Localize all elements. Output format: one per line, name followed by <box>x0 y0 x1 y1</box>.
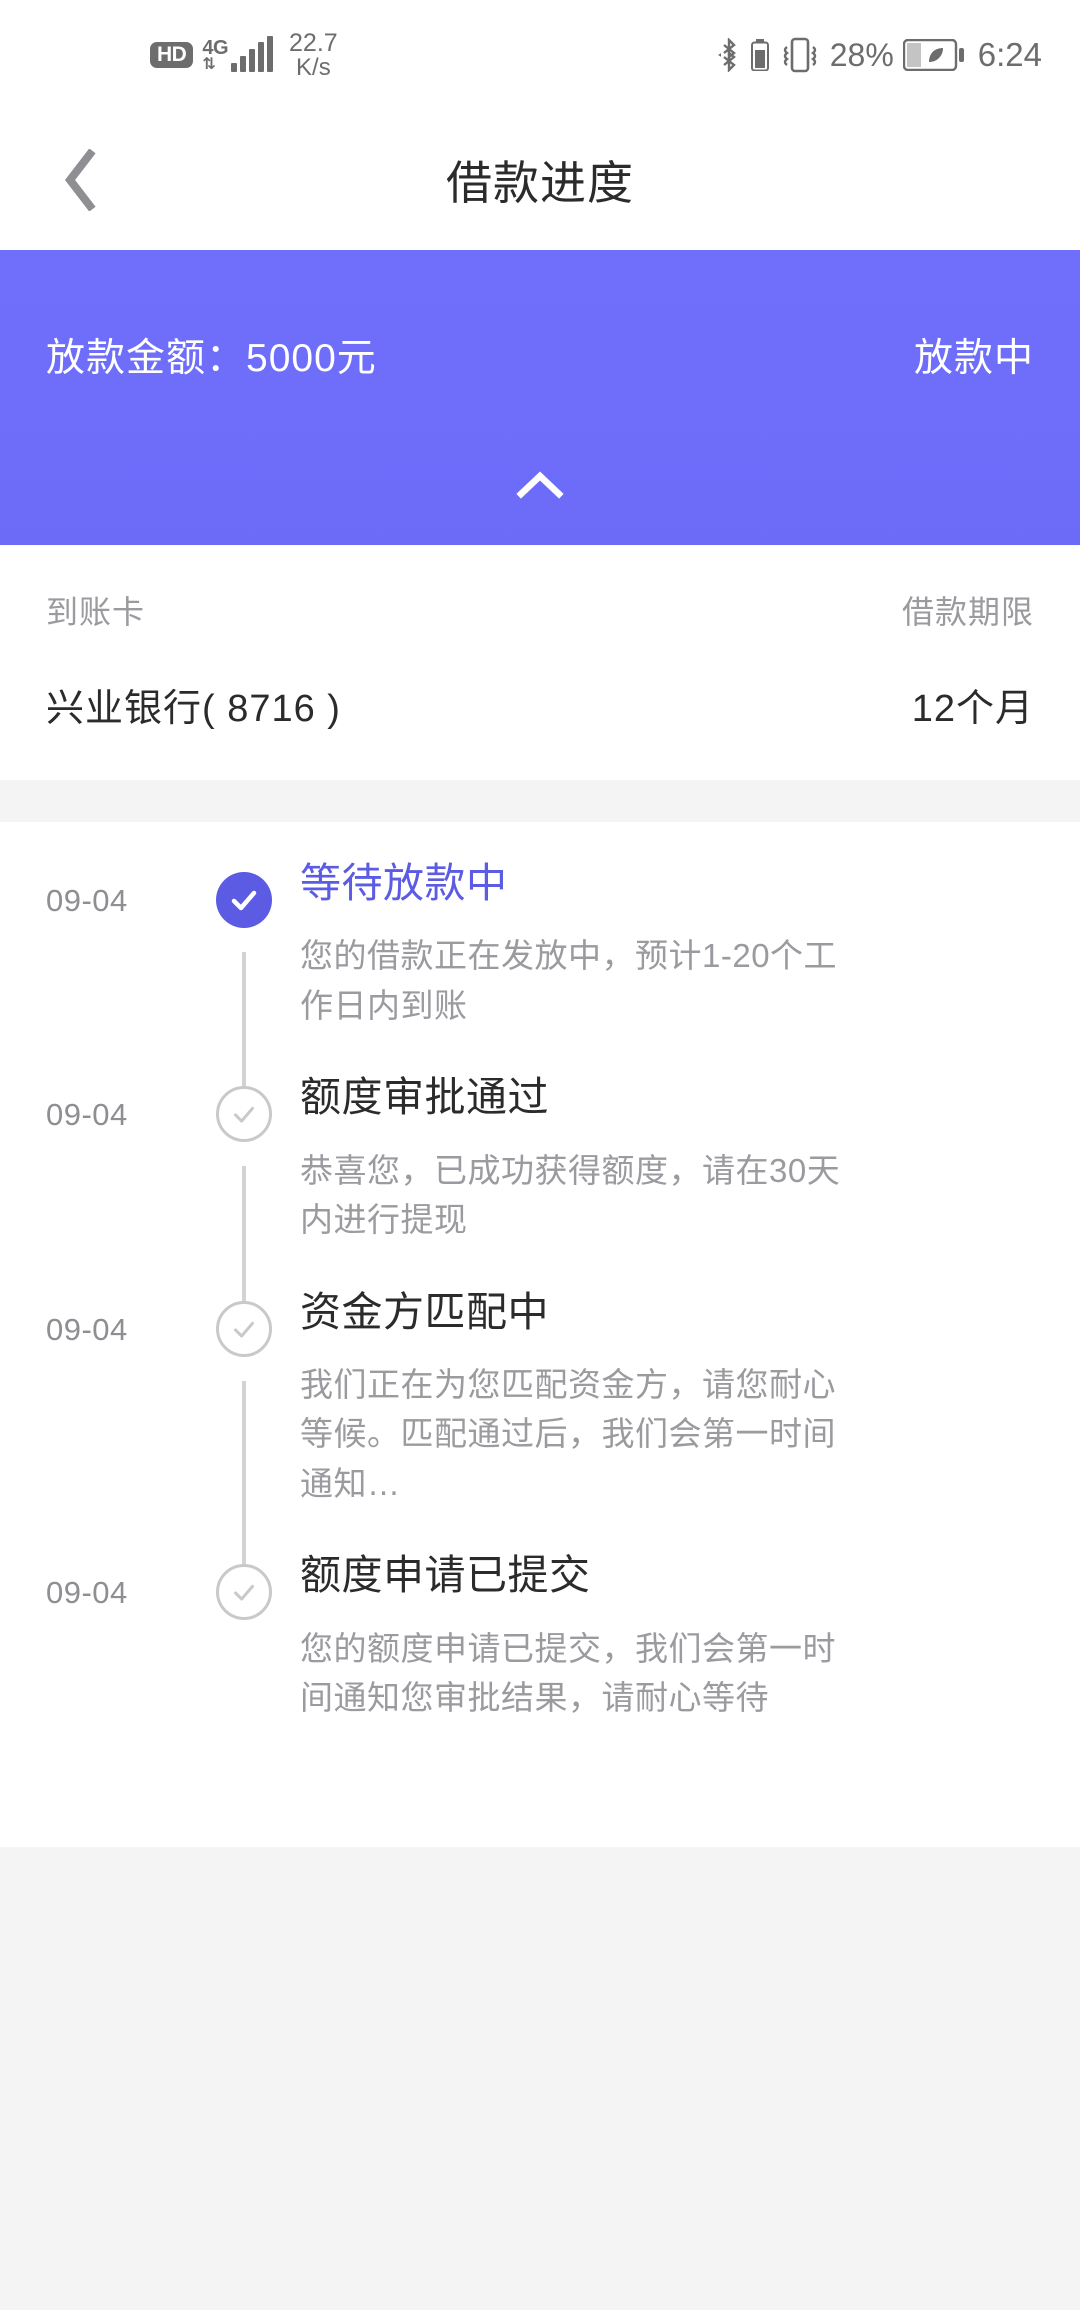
phone-screen: HD 4G ⇅ 22.7 K/s 28% 6:24 借款进度 放款金额：5000… <box>0 0 1080 2310</box>
loan-details-values-row: 兴业银行( 8716 ) 12个月 <box>46 677 1034 732</box>
account-card-value: 兴业银行( 8716 ) <box>46 688 341 730</box>
loan-term-value: 12个月 <box>911 688 1034 730</box>
timeline-item-date: 09-04 <box>46 1575 128 1611</box>
network-type-label: 4G <box>202 36 229 59</box>
timeline-item-body: 额度申请已提交 您的额度申请已提交，我们会第一时间通知您审批结果，请耐心等待 <box>292 1550 1034 1764</box>
timeline-item: 09-04 等待放款中 您的借款正在发放中，预计1-20个工作日内到账 <box>0 858 1080 1091</box>
timeline-marker <box>196 1072 292 1305</box>
status-bar-right: 28% 6:24 <box>717 0 1042 110</box>
check-circle-outline-icon <box>216 1300 272 1357</box>
status-bar-left: HD 4G ⇅ 22.7 K/s <box>150 0 338 110</box>
bluetooth-battery-icon <box>750 39 769 71</box>
timeline-item-title: 资金方匹配中 <box>300 1288 549 1335</box>
timeline-item-title: 额度申请已提交 <box>300 1552 591 1599</box>
bluetooth-icon <box>717 38 736 72</box>
loan-summary-row: 放款金额：5000元 放款中 <box>46 250 1034 383</box>
check-circle-outline-icon <box>216 1564 272 1621</box>
loan-details-card: 到账卡 借款期限 兴业银行( 8716 ) 12个月 <box>0 545 1080 780</box>
loan-amount-label: 放款金额：5000元 <box>46 337 377 380</box>
loan-progress-timeline: 09-04 等待放款中 您的借款正在发放中，预计1-20个工作日内到账 09-0… <box>0 822 1080 1847</box>
timeline-item-body: 额度审批通过 恭喜您，已成功获得额度，请在30天内进行提现 <box>292 1072 1034 1286</box>
data-transfer-arrows-icon: ⇅ <box>202 55 215 73</box>
timeline-marker <box>196 858 292 1091</box>
hd-badge-icon: HD <box>150 42 194 68</box>
loan-term-label: 借款期限 <box>901 594 1034 630</box>
signal-group: 4G ⇅ <box>202 36 274 73</box>
check-circle-outline-icon <box>216 1086 272 1143</box>
network-type-block: 4G ⇅ <box>202 36 229 73</box>
collapse-banner-button[interactable] <box>0 455 1080 515</box>
check-icon <box>234 1107 254 1123</box>
back-button[interactable] <box>46 145 116 215</box>
signal-bars-icon <box>231 36 274 73</box>
timeline-item-description: 您的额度申请已提交，我们会第一时间通知您审批结果，请耐心等待 <box>300 1629 836 1717</box>
timeline-marker <box>196 1287 292 1569</box>
timeline-item-date: 09-04 <box>46 883 128 918</box>
timeline-item-body: 资金方匹配中 我们正在为您匹配资金方，请您耐心等候。匹配通过后，我们会第一时间通… <box>292 1287 1034 1551</box>
check-icon <box>231 890 257 911</box>
timeline-item-description: 恭喜您，已成功获得额度，请在30天内进行提现 <box>300 1151 841 1239</box>
vibrate-icon <box>783 37 816 73</box>
chevron-up-icon <box>516 471 564 499</box>
status-bar: HD 4G ⇅ 22.7 K/s 28% 6:24 <box>0 0 1080 110</box>
timeline-item-date: 09-04 <box>46 1097 128 1133</box>
loan-summary-banner: 放款金额：5000元 放款中 <box>0 250 1080 545</box>
timeline-item-body: 等待放款中 您的借款正在发放中，预计1-20个工作日内到账 <box>292 858 1034 1072</box>
network-speed-unit: K/s <box>296 53 331 81</box>
check-icon <box>234 1321 254 1338</box>
timeline-connector <box>242 1380 246 1569</box>
timeline-item-date: 09-04 <box>46 1311 128 1347</box>
section-divider <box>0 780 1080 822</box>
chevron-left-icon <box>64 149 96 211</box>
timeline-item-title: 额度审批通过 <box>300 1074 549 1121</box>
timeline-item-title: 等待放款中 <box>300 860 508 906</box>
timeline-connector <box>242 1166 246 1305</box>
loan-status-badge: 放款中 <box>913 337 1034 380</box>
timeline-marker <box>196 1550 292 1764</box>
timeline-connector <box>242 952 246 1091</box>
loan-details-labels-row: 到账卡 借款期限 <box>46 587 1034 633</box>
account-card-label: 到账卡 <box>46 594 146 630</box>
timeline-item-description: 我们正在为您匹配资金方，请您耐心等候。匹配通过后，我们会第一时间通知… <box>300 1365 836 1502</box>
timeline-item: 09-04 额度申请已提交 您的额度申请已提交，我们会第一时间通知您审批结果，请… <box>0 1550 1080 1764</box>
battery-saver-icon <box>902 39 964 71</box>
timeline-item: 09-04 资金方匹配中 我们正在为您匹配资金方，请您耐心等候。匹配通过后，我们… <box>0 1287 1080 1569</box>
page-title: 借款进度 <box>446 157 634 209</box>
timeline-item: 09-04 额度审批通过 恭喜您，已成功获得额度，请在30天内进行提现 <box>0 1072 1080 1305</box>
check-icon <box>234 1585 254 1601</box>
battery-percent-label: 28% <box>829 36 894 73</box>
status-bar-clock: 6:24 <box>977 36 1042 73</box>
check-circle-filled-icon <box>216 872 272 928</box>
network-speed: 22.7 K/s <box>289 30 338 81</box>
timeline-item-description: 您的借款正在发放中，预计1-20个工作日内到账 <box>300 937 838 1024</box>
network-speed-value: 22.7 <box>289 28 338 57</box>
nav-bar: 借款进度 <box>0 110 1080 250</box>
